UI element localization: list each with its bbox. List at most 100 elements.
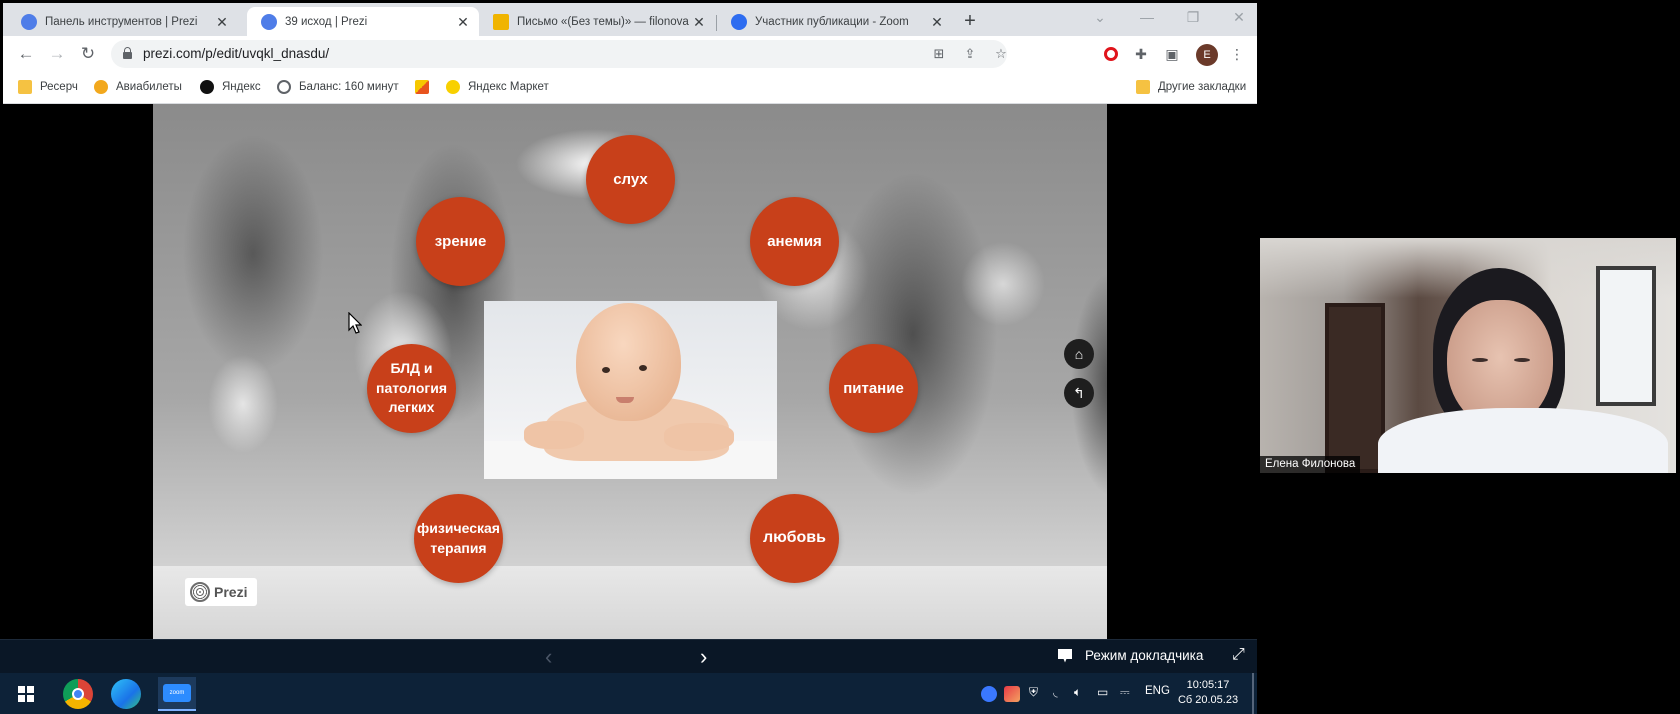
tab-search-icon[interactable]: ⌄ <box>1088 9 1112 26</box>
bookmark-mail[interactable] <box>415 80 437 94</box>
bookmark-label: Яндекс <box>222 81 261 93</box>
close-tab-icon[interactable]: ✕ <box>214 14 230 30</box>
slide-floor <box>153 566 1107 639</box>
chrome-taskbar-icon[interactable] <box>63 679 93 709</box>
presenter-icon <box>1058 648 1072 663</box>
topic-bubble-lyubov[interactable]: любовь <box>750 494 839 583</box>
url-text: prezi.com/p/edit/uvqkl_dnasdu/ <box>143 46 330 61</box>
zoom-out-button[interactable]: ↰ <box>1064 378 1094 408</box>
zoom-taskbar-icon[interactable]: zoom <box>158 677 196 711</box>
tab-mail[interactable]: Письмо «(Без темы)» — filonova ✕ <box>479 7 715 36</box>
bookmark-label: Баланс: 160 минут <box>299 81 399 93</box>
kaspersky-tray-icon[interactable] <box>1004 686 1020 702</box>
tab-title: Письмо «(Без темы)» — filonova <box>517 15 689 28</box>
mouse-cursor-icon <box>348 312 362 334</box>
language-indicator[interactable]: ENG <box>1145 685 1170 697</box>
bookmark-label: Другие закладки <box>1158 81 1247 93</box>
folder-icon <box>18 80 32 94</box>
edge-taskbar-icon[interactable] <box>111 679 141 709</box>
topic-bubble-bld[interactable]: БЛД и патология легких <box>367 344 456 433</box>
topic-label: слух <box>613 171 648 188</box>
bookmark-aviabilety[interactable]: Авиабилеты <box>94 80 182 94</box>
yandex-icon <box>200 80 214 94</box>
tab-title: Панель инструментов | Prezi <box>45 15 198 28</box>
baby-photo[interactable] <box>484 301 777 479</box>
folder-icon <box>1136 80 1150 94</box>
maximize-button[interactable]: ❐ <box>1181 9 1205 26</box>
taskbar-clock[interactable]: 10:05:17 Сб 20.05.23 <box>1176 678 1240 708</box>
windows-taskbar: zoom ⛨ ◟ 🔈︎ ▭ ⎓ ENG 10:05:17 Сб 20.05.23 <box>0 673 1257 714</box>
minimize-button[interactable]: — <box>1135 9 1159 25</box>
close-window-button[interactable]: ✕ <box>1227 9 1251 26</box>
wifi-icon[interactable]: ◟ <box>1053 685 1058 699</box>
tab-zoom[interactable]: Участник публикации - Zoom ✕ <box>717 7 953 36</box>
mail-icon <box>415 80 429 94</box>
bookmark-yandex-market[interactable]: Яндекс Маркет <box>446 80 549 94</box>
tab-prezi-presentation[interactable]: 39 исход | Prezi ✕ <box>247 7 479 36</box>
topic-label: БЛД и патология легких <box>376 360 447 416</box>
share-icon[interactable]: ⇪ <box>961 45 979 63</box>
prezi-favicon-icon <box>21 13 37 30</box>
topic-bubble-pitanie[interactable]: питание <box>829 344 918 433</box>
battery-icon[interactable]: ⎓ <box>1120 685 1130 700</box>
next-step-button[interactable]: › <box>700 644 707 670</box>
topic-bubble-sluh[interactable]: слух <box>586 135 675 224</box>
windows-start-icon[interactable] <box>18 686 34 702</box>
globe-icon <box>277 80 291 94</box>
show-desktop-button[interactable] <box>1252 673 1254 714</box>
zoom-label: zoom <box>163 684 191 702</box>
browser-toolbar: ← → ↻ prezi.com/p/edit/uvqkl_dnasdu/ ⊞ ⇪… <box>3 36 1257 72</box>
translate-icon[interactable]: ⊞ <box>930 45 948 63</box>
close-tab-icon[interactable]: ✕ <box>929 14 945 30</box>
prezi-logo: Prezi <box>185 578 257 606</box>
topic-label: физическая терапия <box>417 519 500 556</box>
reload-button[interactable]: ↻ <box>77 44 99 64</box>
volume-muted-icon[interactable]: 🔈︎ <box>1074 685 1081 700</box>
bookmark-balance[interactable]: Баланс: 160 минут <box>277 80 399 94</box>
extensions-puzzle-icon[interactable]: ✚ <box>1131 44 1151 64</box>
prezi-slide[interactable]: слух зрение анемия БЛД и патология легки… <box>153 104 1107 639</box>
topic-bubble-zrenie[interactable]: зрение <box>416 197 505 286</box>
profile-avatar[interactable]: E <box>1196 44 1218 66</box>
topic-bubble-fizterapia[interactable]: физическая терапия <box>414 494 503 583</box>
prezi-favicon-icon <box>261 13 277 30</box>
bookmark-label: Яндекс Маркет <box>468 81 549 93</box>
security-shield-icon[interactable]: ⛨ <box>1029 685 1038 700</box>
presenter-mode-button[interactable]: Режим докладчика <box>1058 648 1203 663</box>
screen: Панель инструментов | Prezi ✕ 39 исход |… <box>0 0 1680 714</box>
tab-prezi-dashboard[interactable]: Панель инструментов | Prezi ✕ <box>7 7 238 36</box>
tray-app-icon[interactable] <box>981 686 997 702</box>
previous-step-button[interactable]: ‹ <box>545 644 552 670</box>
back-button[interactable]: ← <box>15 44 37 64</box>
prezi-logo-icon <box>190 582 210 602</box>
forward-button[interactable]: → <box>46 44 68 64</box>
home-button[interactable]: ⌂ <box>1064 339 1094 369</box>
opera-extension-icon[interactable] <box>1104 47 1118 61</box>
prezi-logo-text: Prezi <box>214 584 248 600</box>
mail-favicon-icon <box>493 13 509 30</box>
close-tab-icon[interactable]: ✕ <box>455 14 471 30</box>
new-tab-button[interactable]: + <box>958 11 982 33</box>
display-icon[interactable]: ▭ <box>1097 685 1108 699</box>
topic-label: зрение <box>434 233 487 250</box>
topic-label: питание <box>843 380 904 397</box>
topic-bubble-anemia[interactable]: анемия <box>750 197 839 286</box>
zoom-favicon-icon <box>731 13 747 30</box>
bookmark-label: Авиабилеты <box>116 81 182 93</box>
bookmark-yandex[interactable]: Яндекс <box>200 80 261 94</box>
side-panel-icon[interactable]: ▣ <box>1162 44 1182 64</box>
bookmark-research[interactable]: Ресерч <box>18 80 78 94</box>
menu-kebab-icon[interactable]: ⋮ <box>1227 44 1247 64</box>
participant-video-tile[interactable]: Елена Филонова <box>1260 238 1676 473</box>
bookmark-other[interactable]: Другие закладки <box>1136 80 1246 94</box>
lock-icon[interactable] <box>123 47 132 59</box>
tab-title: 39 исход | Prezi <box>285 15 368 28</box>
bookmark-star-icon[interactable]: ☆ <box>992 45 1010 63</box>
bookmark-label: Ресерч <box>40 81 78 93</box>
fullscreen-icon[interactable]: ⤢ <box>1232 646 1245 664</box>
close-tab-icon[interactable]: ✕ <box>691 14 707 30</box>
bookmarks-bar: Ресерч Авиабилеты Яндекс Баланс: 160 мин… <box>3 72 1257 104</box>
clock-date: Сб 20.05.23 <box>1177 694 1239 706</box>
address-bar[interactable]: prezi.com/p/edit/uvqkl_dnasdu/ ⊞ ⇪ ☆ <box>111 40 1007 68</box>
topic-label: любовь <box>763 529 826 547</box>
